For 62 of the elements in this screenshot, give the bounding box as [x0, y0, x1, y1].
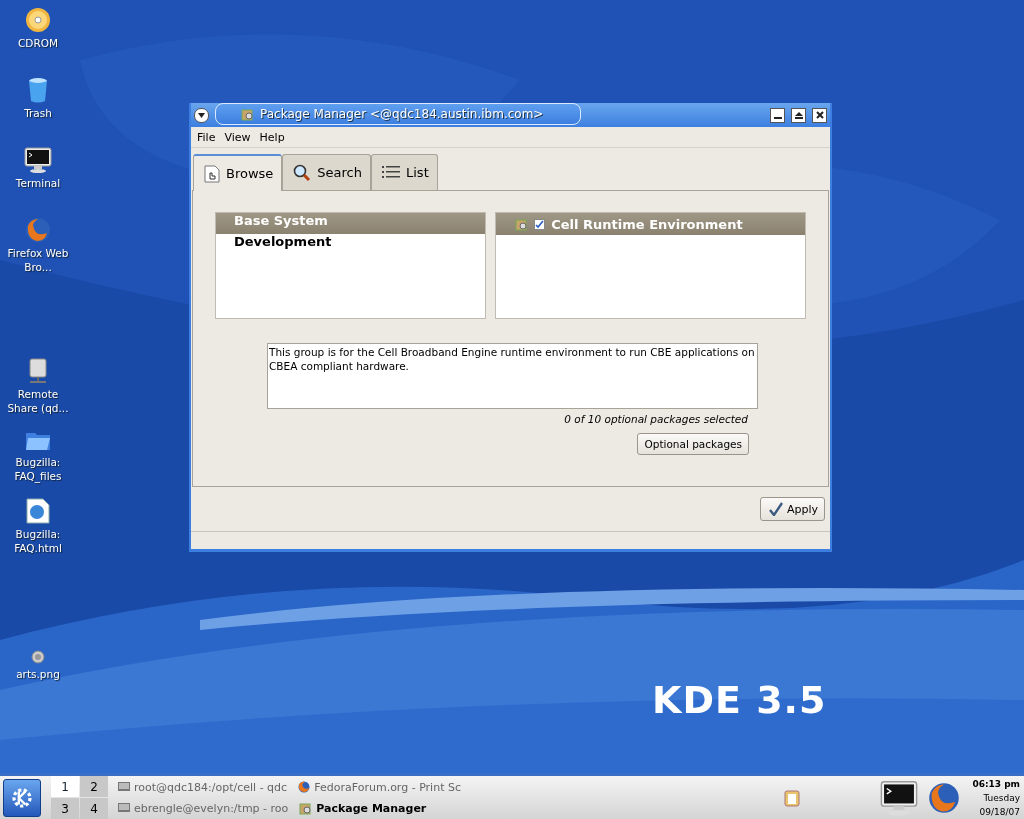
page-icon	[204, 164, 220, 183]
task-button[interactable]: Package Manager	[296, 797, 463, 819]
firefox-icon	[25, 217, 51, 243]
terminal-icon	[24, 147, 52, 173]
caret-icon	[198, 112, 205, 118]
desktop-pager-button[interactable]: 4	[80, 798, 108, 819]
desktop-icon-label[interactable]: CDROM	[6, 36, 70, 50]
drive-icon	[28, 358, 48, 384]
desktop-icon-label[interactable]: arts.png	[6, 667, 70, 681]
task-button[interactable]: ebrengle@evelyn:/tmp - roo	[116, 797, 291, 819]
menu-item[interactable]: File	[197, 130, 216, 144]
maximize-button[interactable]	[791, 107, 806, 123]
checkbox[interactable]	[534, 218, 546, 230]
firefox-launcher[interactable]	[928, 781, 961, 814]
terminal-icon	[118, 803, 130, 813]
search-icon	[293, 163, 312, 182]
desktop-icon-label[interactable]: Bugzilla: FAQ.html	[6, 527, 70, 555]
close-button[interactable]	[812, 107, 827, 123]
selection-count: 0 of 10 optional packages selected	[564, 413, 748, 425]
desktop-icon-label[interactable]: Bugzilla: FAQ_files	[6, 455, 70, 483]
clock-day: Tuesday	[983, 790, 1020, 805]
web-page-icon	[26, 498, 50, 524]
terminal-icon	[118, 782, 130, 792]
group-item[interactable]: Development	[216, 234, 486, 255]
apply-button[interactable]: Apply	[759, 497, 825, 521]
task-button[interactable]: FedoraForum.org - Print Sc	[296, 776, 463, 798]
package-icon	[240, 107, 254, 121]
description-text: This group is for the Cell Broadband Engine runtime environment to run CBE applications on CBEA compliant hardware.	[267, 343, 758, 409]
window-menu-button[interactable]	[194, 107, 209, 123]
desktop-pager-button[interactable]: 1	[51, 776, 79, 797]
disc-icon	[25, 7, 51, 33]
clock-date: 09/18/07	[979, 805, 1020, 819]
window-title: Package Manager <@qdc184.austin.ibm.com>	[260, 107, 544, 121]
firefox-icon	[298, 781, 311, 793]
clock-time: 06:13 pm	[972, 777, 1020, 791]
desktop-pager-button[interactable]: 2	[80, 776, 108, 797]
desktop-icon-label[interactable]: Remote Share (qd...	[6, 387, 70, 415]
minimize-button[interactable]	[770, 107, 785, 123]
close-icon	[815, 111, 824, 119]
optional-packages-button[interactable]: Optional packages	[637, 433, 749, 455]
menu-item[interactable]: Help	[259, 130, 285, 144]
desktop-icon-label[interactable]: Trash	[6, 106, 70, 120]
tab[interactable]: Search	[282, 154, 371, 190]
desktop-icon-label[interactable]: Terminal	[6, 176, 70, 190]
clipboard-icon[interactable]	[784, 788, 801, 807]
tab[interactable]: Browse	[193, 154, 283, 191]
firefox-icon	[928, 781, 961, 814]
image-icon	[31, 650, 45, 664]
terminal-launcher[interactable]	[880, 779, 919, 816]
package-icon	[298, 801, 313, 815]
checkmark-icon	[768, 502, 783, 516]
start-menu-button[interactable]	[3, 778, 41, 817]
wallpaper-logo: KDE 3.5	[652, 678, 827, 722]
desktop-pager-button[interactable]: 3	[51, 798, 79, 819]
task-button[interactable]: root@qdc184:/opt/cell - qdc	[116, 776, 291, 798]
trash-icon	[28, 77, 48, 103]
menu-item[interactable]: View	[224, 130, 251, 144]
maximize-icon	[794, 111, 803, 119]
list-icon	[382, 164, 400, 181]
desktop-icon-label[interactable]: Firefox Web Bro...	[6, 246, 70, 274]
tab[interactable]: List	[371, 154, 438, 190]
terminal-icon	[880, 779, 919, 816]
